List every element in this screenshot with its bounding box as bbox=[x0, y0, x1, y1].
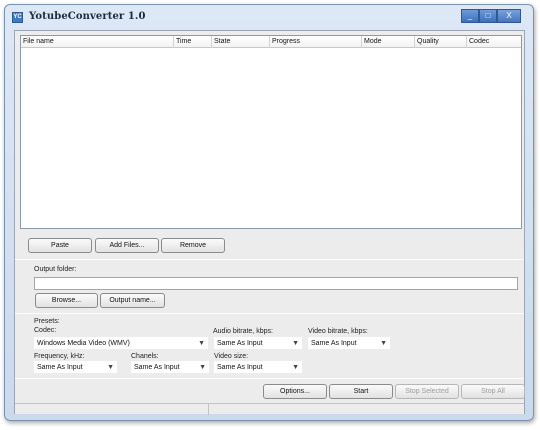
codec-label: Codec: bbox=[34, 327, 57, 334]
dropdown-arrow-icon: ▼ bbox=[107, 364, 114, 371]
audio-bitrate-label: Audio bitrate, kbps: bbox=[213, 328, 273, 335]
chanels-label: Chanels: bbox=[131, 353, 159, 360]
remove-button[interactable]: Remove bbox=[161, 238, 225, 253]
dropdown-arrow-icon: ▼ bbox=[199, 364, 206, 371]
audio-bitrate-value: Same As Input bbox=[217, 340, 263, 347]
title-bar[interactable]: YC YotubeConverter 1.0 _ □ X bbox=[5, 5, 533, 29]
video-bitrate-value: Same As Input bbox=[311, 340, 357, 347]
dropdown-arrow-icon: ▼ bbox=[380, 340, 387, 347]
window-controls: _ □ X bbox=[461, 9, 521, 23]
dropdown-arrow-icon: ▼ bbox=[292, 364, 299, 371]
dropdown-arrow-icon: ▼ bbox=[198, 340, 205, 347]
browse-button[interactable]: Browse... bbox=[35, 293, 98, 308]
status-bar bbox=[15, 403, 524, 415]
column-header-quality[interactable]: Quality bbox=[415, 36, 467, 48]
paste-button[interactable]: Paste bbox=[28, 238, 92, 253]
video-size-value: Same As Input bbox=[217, 364, 263, 371]
app-icon: YC bbox=[12, 12, 23, 23]
video-size-label: Video size: bbox=[214, 353, 249, 360]
column-header-time[interactable]: Time bbox=[174, 36, 212, 48]
add-files-button[interactable]: Add Files... bbox=[95, 238, 159, 253]
column-header-file-name[interactable]: File name bbox=[21, 36, 174, 48]
output-name-button[interactable]: Output name... bbox=[100, 293, 165, 308]
column-header-progress[interactable]: Progress bbox=[270, 36, 362, 48]
codec-select[interactable]: Windows Media Video (WMV) ▼ bbox=[34, 337, 208, 349]
column-header-mode[interactable]: Mode bbox=[362, 36, 415, 48]
app-window: YC YotubeConverter 1.0 _ □ X File name T… bbox=[4, 4, 534, 421]
divider bbox=[15, 378, 524, 379]
codec-value: Windows Media Video (WMV) bbox=[37, 340, 130, 347]
video-size-select[interactable]: Same As Input ▼ bbox=[214, 361, 302, 373]
file-list-header: File name Time State Progress Mode Quali… bbox=[21, 36, 521, 48]
audio-bitrate-select[interactable]: Same As Input ▼ bbox=[214, 337, 302, 349]
status-bar-divider bbox=[208, 404, 209, 415]
column-header-codec[interactable]: Codec bbox=[467, 36, 521, 48]
frequency-value: Same As Input bbox=[37, 364, 83, 371]
maximize-button[interactable]: □ bbox=[479, 9, 497, 23]
dropdown-arrow-icon: ▼ bbox=[292, 340, 299, 347]
divider bbox=[15, 259, 524, 260]
chanels-value: Same As Input bbox=[134, 364, 180, 371]
video-bitrate-select[interactable]: Same As Input ▼ bbox=[308, 337, 390, 349]
column-header-state[interactable]: State bbox=[212, 36, 270, 48]
stop-all-button[interactable]: Stop All bbox=[461, 384, 525, 399]
close-button[interactable]: X bbox=[497, 9, 521, 23]
divider bbox=[15, 313, 524, 314]
output-folder-input[interactable] bbox=[34, 277, 518, 290]
options-button[interactable]: Options... bbox=[263, 384, 327, 399]
frequency-label: Frequency, kHz: bbox=[34, 353, 85, 360]
frequency-select[interactable]: Same As Input ▼ bbox=[34, 361, 117, 373]
window-title: YotubeConverter 1.0 bbox=[29, 11, 146, 22]
presets-label: Presets: bbox=[34, 318, 60, 325]
start-button[interactable]: Start bbox=[329, 384, 393, 399]
client-area: File name Time State Progress Mode Quali… bbox=[14, 30, 525, 415]
video-bitrate-label: Video bitrate, kbps: bbox=[308, 328, 368, 335]
stop-selected-button[interactable]: Stop Selected bbox=[395, 384, 459, 399]
chanels-select[interactable]: Same As Input ▼ bbox=[131, 361, 209, 373]
file-list[interactable]: File name Time State Progress Mode Quali… bbox=[20, 35, 522, 229]
minimize-button[interactable]: _ bbox=[461, 9, 479, 23]
output-folder-label: Output folder: bbox=[34, 266, 77, 273]
